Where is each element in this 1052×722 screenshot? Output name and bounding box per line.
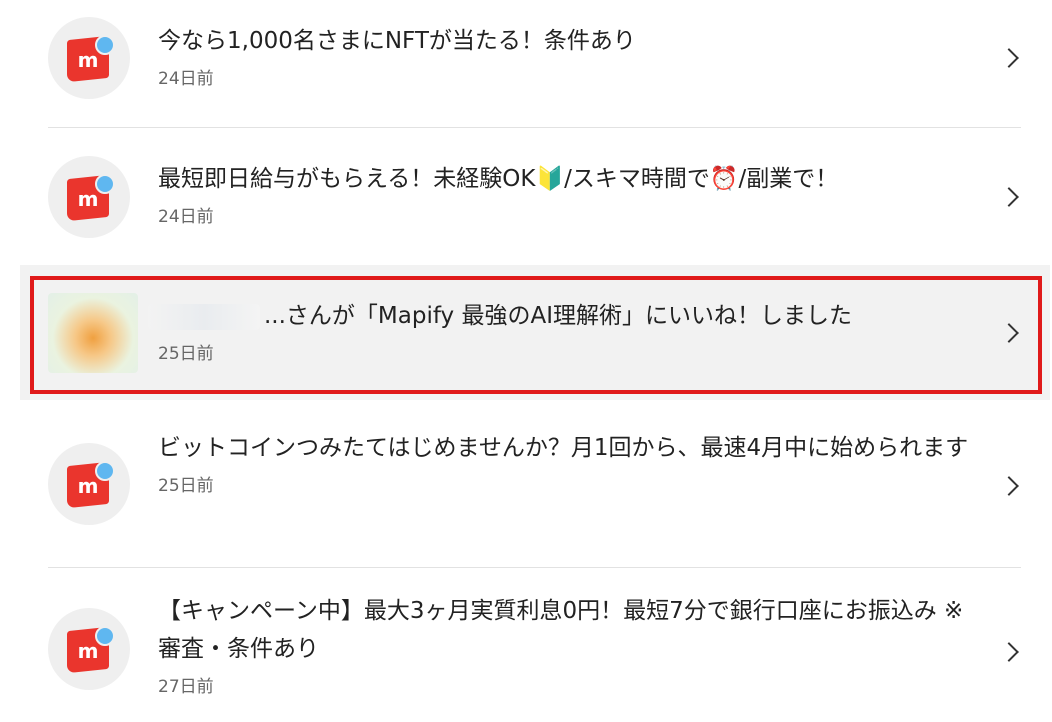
notification-item[interactable]: m 【キャンペーン中】最大3ヶ月実質利息0円！最短7分で銀行口座にお振込み ※審… bbox=[0, 568, 1052, 722]
badge-dot-icon bbox=[95, 461, 115, 481]
notification-item[interactable]: m 今なら1,000名さまにNFTが当たる！条件あり 24日前 bbox=[0, 0, 1052, 128]
notification-title: ビットコインつみたてはじめませんか？月1回から、最速4月中に始められます bbox=[158, 435, 969, 461]
notification-title: 最短即日給与がもらえる！未経験OK🔰/スキマ時間で⏰/副業で！ bbox=[158, 166, 839, 192]
notification-time: 27日前 bbox=[158, 677, 214, 697]
selection-highlight-box bbox=[30, 276, 1042, 394]
mercari-logo-icon: m bbox=[48, 17, 130, 99]
notification-title: 【キャンペーン中】最大3ヶ月実質利息0円！最短7分で銀行口座にお振込み ※審査・… bbox=[158, 598, 964, 662]
alarm-clock-icon: ⏰ bbox=[709, 166, 739, 192]
notification-time: 24日前 bbox=[158, 207, 214, 227]
notification-item[interactable]: m ビットコインつみたてはじめませんか？月1回から、最速4月中に始められます 2… bbox=[0, 405, 1052, 567]
chevron-right-icon bbox=[999, 476, 1019, 496]
notification-time: 25日前 bbox=[158, 476, 214, 496]
notification-list: m 今なら1,000名さまにNFTが当たる！条件あり 24日前 m 最短即日給与… bbox=[0, 0, 1052, 722]
badge-dot-icon bbox=[95, 35, 115, 55]
badge-dot-icon bbox=[95, 174, 115, 194]
badge-dot-icon bbox=[95, 626, 115, 646]
notification-item[interactable]: m 最短即日給与がもらえる！未経験OK🔰/スキマ時間で⏰/副業で！ 24日前 bbox=[0, 128, 1052, 265]
notification-title: 今なら1,000名さまにNFTが当たる！条件あり bbox=[158, 28, 636, 54]
beginner-mark-icon: 🔰 bbox=[535, 166, 565, 192]
notification-time: 24日前 bbox=[158, 69, 214, 89]
chevron-right-icon bbox=[999, 48, 1019, 68]
mercari-logo-icon: m bbox=[48, 608, 130, 690]
chevron-right-icon bbox=[999, 642, 1019, 662]
chevron-right-icon bbox=[999, 187, 1019, 207]
mercari-logo-icon: m bbox=[48, 156, 130, 238]
mercari-logo-icon: m bbox=[48, 443, 130, 525]
